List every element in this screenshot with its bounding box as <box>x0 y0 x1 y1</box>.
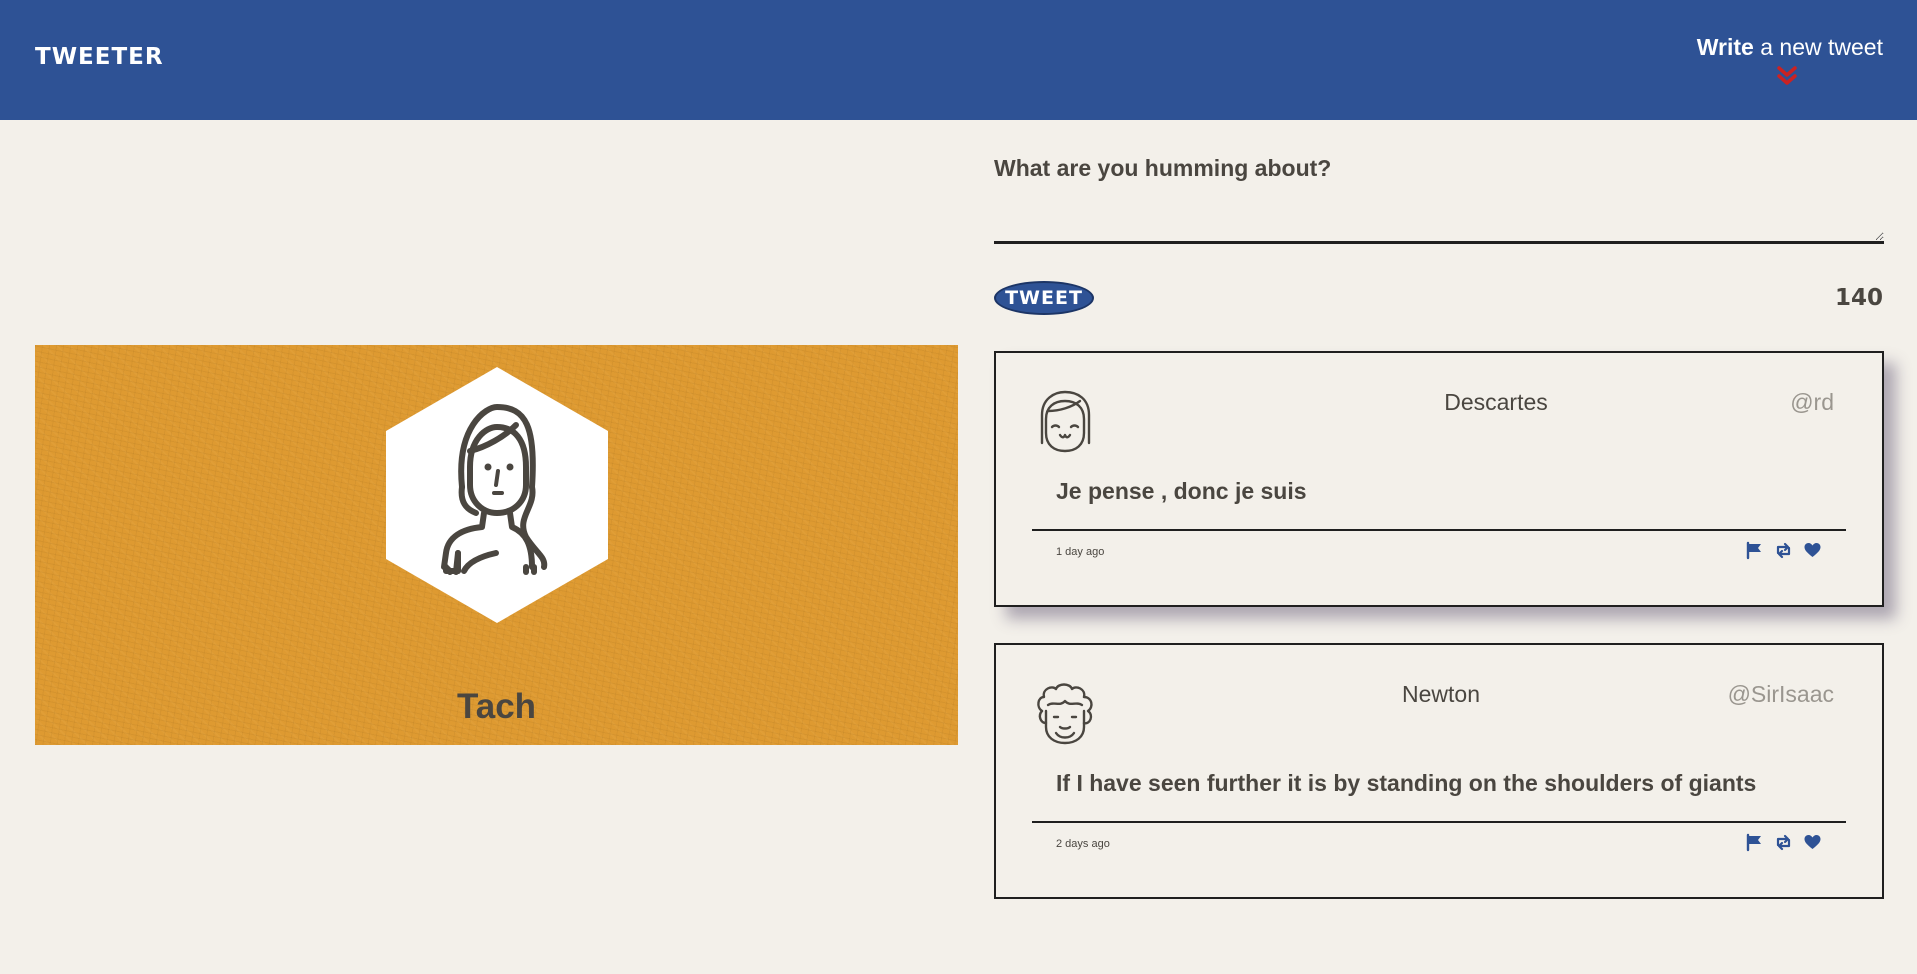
girl-avatar-icon <box>1040 390 1091 453</box>
tweet-author: Descartes <box>1444 389 1548 415</box>
profile-name: Tach <box>456 687 537 726</box>
tweet-actions <box>1745 541 1822 561</box>
tweet-handle[interactable]: @rd <box>1790 389 1834 416</box>
tweet-card: Descartes @rd Je pense , donc je suis 1 … <box>994 351 1884 607</box>
tweet-timestamp: 1 day ago <box>1056 546 1105 558</box>
write-new-tweet-toggle[interactable]: Write a new tweet <box>1663 34 1883 94</box>
tweet-text-input[interactable] <box>994 192 1884 244</box>
curly-hair-avatar-icon <box>1037 683 1093 745</box>
tweet-actions <box>1745 833 1822 853</box>
tweet-divider <box>1032 529 1846 531</box>
retweet-icon[interactable] <box>1774 541 1793 560</box>
tweet-author: Newton <box>1402 681 1480 707</box>
woman-avatar-icon <box>386 367 608 623</box>
tweet-divider <box>1032 821 1846 823</box>
tweet-content: Je pense , donc je suis <box>1056 478 1307 504</box>
double-chevron-down-icon[interactable] <box>1774 64 1800 90</box>
compose-label: What are you humming about? <box>994 155 1332 181</box>
navbar: TWEETER Write a new tweet <box>0 0 1917 120</box>
write-label-rest: a new tweet <box>1753 34 1883 60</box>
flag-icon[interactable] <box>1745 541 1764 560</box>
brand-logo[interactable]: TWEETER <box>35 44 164 70</box>
write-label-bold: Write <box>1696 34 1754 60</box>
retweet-icon[interactable] <box>1774 833 1793 852</box>
tweet-content: If I have seen further it is by standing… <box>1056 770 1757 796</box>
tweet-handle[interactable]: @SirIsaac <box>1728 681 1834 708</box>
profile-card: Tach <box>35 345 958 745</box>
tweet-card: Newton @SirIsaac If I have seen further … <box>994 643 1884 899</box>
tweet-button[interactable]: TWEET <box>994 281 1094 315</box>
char-counter: 140 <box>1834 285 1883 311</box>
tweet-timestamp: 2 days ago <box>1056 838 1110 850</box>
flag-icon[interactable] <box>1745 833 1764 852</box>
heart-icon[interactable] <box>1803 833 1822 852</box>
heart-icon[interactable] <box>1803 541 1822 560</box>
